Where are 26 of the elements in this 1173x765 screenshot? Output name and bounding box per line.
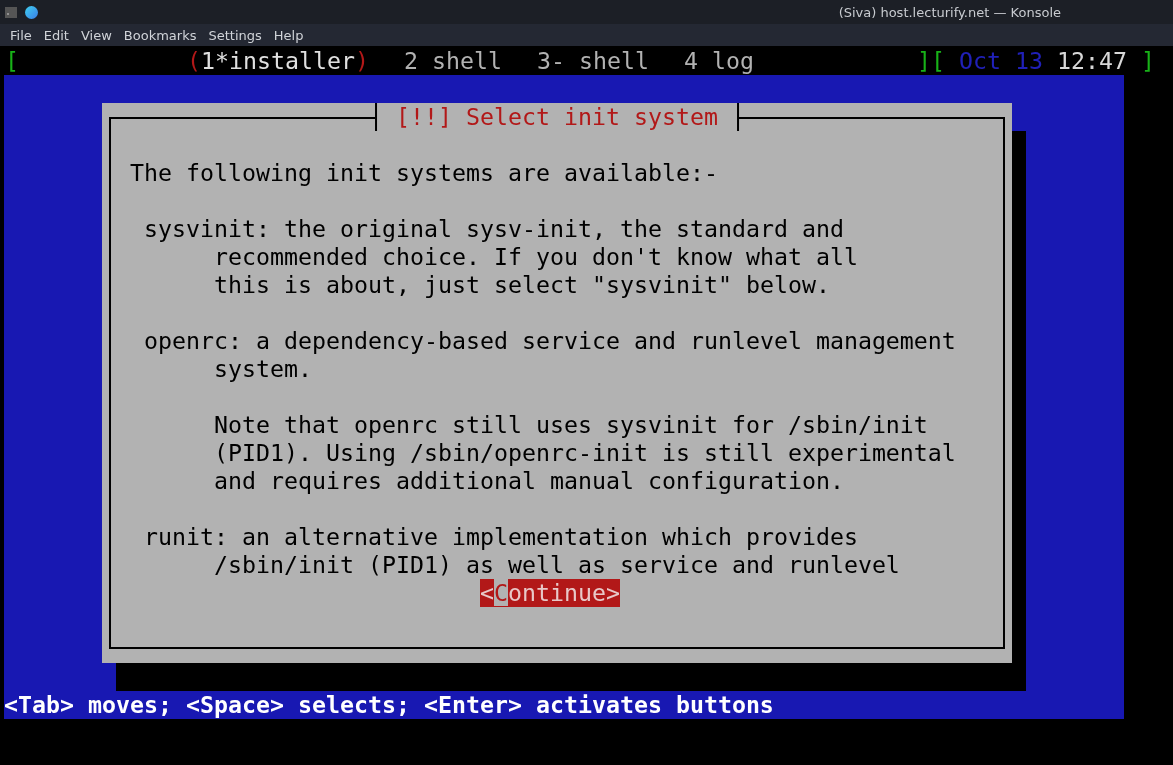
dialog-paragraph: Note that openrc still uses sysvinit for /sbin/init (PID1). Using /sbin/openrc-init is still experimental and requires additional manual configuration. xyxy=(213,411,957,495)
dialog-paragraph: The following init systems are available:- xyxy=(130,159,719,187)
app-status-icon xyxy=(25,5,38,19)
menu-item[interactable]: Settings xyxy=(202,27,268,43)
bracket-text: [ xyxy=(930,47,945,75)
dialog-title: [!!] Select init system xyxy=(375,103,739,131)
menu-item[interactable]: File xyxy=(4,27,38,43)
dialog-paragraph: runit: an alternative implementation which provides /sbin/init (PID1) as well as service and runlevel xyxy=(143,523,901,579)
dialog-paragraph: openrc: a dependency-based service and runlevel management system. xyxy=(143,327,957,383)
menu-item[interactable]: Help xyxy=(267,27,310,43)
screen-window-tab[interactable]: (1*installer) xyxy=(187,47,369,75)
date-text: Oct 13 xyxy=(958,47,1043,75)
menu-item[interactable]: Bookmarks xyxy=(117,27,203,43)
bracket-text: ] xyxy=(916,47,931,75)
menu-item[interactable]: View xyxy=(74,27,118,43)
screen-window-tab[interactable]: 4 log xyxy=(676,47,761,75)
screen-window-tab[interactable]: 2 shell xyxy=(397,47,509,75)
bracket-text: [ xyxy=(5,47,20,75)
terminal-app-icon xyxy=(5,6,17,18)
menu-item[interactable]: Edit xyxy=(37,27,75,43)
bracket-text: ] xyxy=(1140,47,1155,75)
dialog-paragraph: sysvinit: the original sysv-init, the standard and recommended choice. If you don't know what all this is about, just select "sysvinit" below. xyxy=(143,215,859,299)
window-title: (Siva) host.lecturify.net — Konsole xyxy=(838,4,1061,20)
screen-window-tab[interactable]: 3- shell xyxy=(529,47,656,75)
time-text: 12:47 xyxy=(1056,47,1127,75)
continue-button[interactable]: <Continue> xyxy=(480,579,620,607)
